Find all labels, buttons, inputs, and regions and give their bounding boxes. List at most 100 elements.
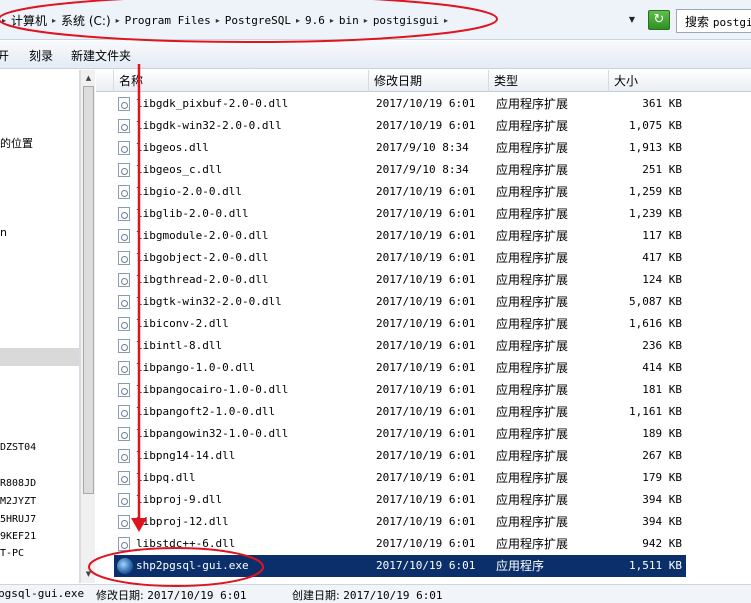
status-bar: pgsql-gui.exe 修改日期: 2017/10/19 6:01 创建日期… <box>0 584 751 603</box>
dll-file-icon <box>118 119 130 133</box>
file-type-cell: 应用程序扩展 <box>496 471 569 485</box>
table-row[interactable]: libgdk-win32-2.0-0.dll 2017/10/19 6:01 应用程… <box>114 115 686 137</box>
file-type-cell: 应用程序扩展 <box>496 317 569 331</box>
file-type-cell: 应用程序扩展 <box>496 229 569 243</box>
burn-button[interactable]: 刻录 <box>29 47 53 64</box>
nav-selected-highlight[interactable] <box>0 348 79 366</box>
new-folder-button[interactable]: 新建文件夹 <box>71 47 131 64</box>
file-type-cell: 应用程序扩展 <box>496 383 569 397</box>
column-header-date[interactable]: 修改日期 <box>369 70 489 92</box>
file-date-cell: 2017/10/19 6:01 <box>376 119 476 132</box>
file-name-cell: libgdk-win32-2.0-0.dll <box>136 119 282 132</box>
chevron-right-icon[interactable]: ▸ <box>362 16 370 25</box>
file-date-cell: 2017/10/19 6:01 <box>376 405 476 418</box>
file-name-cell: libiconv-2.dll <box>136 317 229 330</box>
column-header-row: 名称 修改日期 类型 大小 <box>96 70 751 92</box>
file-size-cell: 267 KB <box>642 449 682 462</box>
file-date-cell: 2017/10/19 6:01 <box>376 449 476 462</box>
table-row[interactable]: libintl-8.dll 2017/10/19 6:01 应用程序扩展 236 KB <box>114 335 686 357</box>
file-name-cell: libproj-12.dll <box>136 515 229 528</box>
table-row[interactable]: libpq.dll 2017/10/19 6:01 应用程序扩展 179 KB <box>114 467 686 489</box>
file-date-cell: 2017/10/19 6:01 <box>376 361 476 374</box>
column-header-spacer <box>96 70 114 92</box>
file-type-cell: 应用程序扩展 <box>496 141 569 155</box>
open-button[interactable]: 开 <box>0 47 9 64</box>
breadcrumb-program-files[interactable]: Program Files <box>122 14 214 27</box>
file-name-cell: libpangowin32-1.0-0.dll <box>136 427 289 440</box>
chevron-right-icon[interactable]: ▸ <box>50 16 58 25</box>
nav-item-network-pc[interactable]: 9KEF21 <box>0 531 36 542</box>
file-type-cell: 应用程序扩展 <box>496 449 569 463</box>
nav-item-locations[interactable]: 的位置 <box>0 135 33 151</box>
file-size-cell: 5,087 KB <box>629 295 682 308</box>
breadcrumb-computer[interactable]: 计算机 <box>8 12 50 29</box>
refresh-icon[interactable]: ↻ <box>648 10 670 30</box>
file-size-cell: 1,239 KB <box>629 207 682 220</box>
breadcrumb-bin[interactable]: bin <box>336 14 362 27</box>
scrollbar-thumb[interactable] <box>83 86 94 494</box>
chevron-right-icon[interactable]: ▸ <box>114 16 122 25</box>
scroll-down-icon[interactable]: ▼ <box>82 567 95 581</box>
breadcrumb-version[interactable]: 9.6 <box>302 14 328 27</box>
table-row[interactable]: libpango-1.0-0.dll 2017/10/19 6:01 应用程序扩展 4… <box>114 357 686 379</box>
breadcrumb-postgisgui[interactable]: postgisgui <box>370 14 442 27</box>
file-name-cell: libgeos.dll <box>136 141 209 154</box>
nav-item-network-pc[interactable]: M2JYZT <box>0 496 36 507</box>
table-row[interactable]: libpangocairo-1.0-0.dll 2017/10/19 6:01 应用… <box>114 379 686 401</box>
scroll-up-icon[interactable]: ▲ <box>82 71 95 85</box>
table-row[interactable]: libproj-12.dll 2017/10/19 6:01 应用程序扩展 394 K… <box>114 511 686 533</box>
file-type-cell: 应用程序扩展 <box>496 493 569 507</box>
nav-item-network-pc[interactable]: T-PC <box>0 548 24 559</box>
dll-file-icon <box>118 295 130 309</box>
table-row[interactable]: libgeos.dll 2017/9/10 8:34 应用程序扩展 1,913 KB <box>114 137 686 159</box>
navigation-pane: 的位置 n DZST04 R808JD M2JYZT 5HRUJ7 9KEF21… <box>0 70 80 583</box>
table-row[interactable]: shp2pgsql-gui.exe 2017/10/19 6:01 应用程序 1,51… <box>114 555 686 577</box>
breadcrumb-postgresql[interactable]: PostgreSQL <box>222 14 294 27</box>
file-date-cell: 2017/10/19 6:01 <box>376 493 476 506</box>
table-row[interactable]: libpng14-14.dll 2017/10/19 6:01 应用程序扩展 267 … <box>114 445 686 467</box>
table-row[interactable]: libgthread-2.0-0.dll 2017/10/19 6:01 应用程序扩… <box>114 269 686 291</box>
column-header-type[interactable]: 类型 <box>489 70 609 92</box>
file-name-cell: libintl-8.dll <box>136 339 223 352</box>
breadcrumb-system-drive[interactable]: 系统 (C:) <box>58 12 114 29</box>
file-date-cell: 2017/9/10 8:34 <box>376 163 469 176</box>
chevron-right-icon[interactable]: ▸ <box>328 16 336 25</box>
file-name-cell: shp2pgsql-gui.exe <box>136 559 249 572</box>
search-label: 搜索 <box>685 15 710 29</box>
nav-item-network-pc[interactable]: DZST04 <box>0 442 36 453</box>
table-row[interactable]: libproj-9.dll 2017/10/19 6:01 应用程序扩展 394 KB <box>114 489 686 511</box>
address-bar[interactable]: ▸ 计算机 ▸ 系统 (C:) ▸ Program Files ▸ Postgr… <box>0 0 751 40</box>
file-size-cell: 179 KB <box>642 471 682 484</box>
table-row[interactable]: libgtk-win32-2.0-0.dll 2017/10/19 6:01 应用程… <box>114 291 686 313</box>
chevron-right-icon[interactable]: ▸ <box>442 16 450 25</box>
nav-item-n[interactable]: n <box>0 226 7 239</box>
table-row[interactable]: libgmodule-2.0-0.dll 2017/10/19 6:01 应用程序扩… <box>114 225 686 247</box>
table-row[interactable]: libgeos_c.dll 2017/9/10 8:34 应用程序扩展 251 KB <box>114 159 686 181</box>
command-toolbar: 开 刻录 新建文件夹 <box>0 41 751 69</box>
chevron-right-icon[interactable]: ▸ <box>0 16 8 25</box>
nav-item-network-pc[interactable]: R808JD <box>0 478 36 489</box>
column-header-name[interactable]: 名称 <box>114 70 369 92</box>
navigation-scrollbar[interactable]: ▲ ▼ <box>80 70 95 583</box>
table-row[interactable]: libstdc++-6.dll 2017/10/19 6:01 应用程序扩展 942 … <box>114 533 686 555</box>
table-row[interactable]: libiconv-2.dll 2017/10/19 6:01 应用程序扩展 1,616… <box>114 313 686 335</box>
table-row[interactable]: libpangowin32-1.0-0.dll 2017/10/19 6:01 应用… <box>114 423 686 445</box>
breadcrumb[interactable]: ▸ 计算机 ▸ 系统 (C:) ▸ Program Files ▸ Postgr… <box>0 10 450 30</box>
file-name-cell: libgdk_pixbuf-2.0-0.dll <box>136 97 289 110</box>
file-type-cell: 应用程序扩展 <box>496 251 569 265</box>
exe-globe-icon <box>117 558 133 574</box>
file-size-cell: 236 KB <box>642 339 682 352</box>
column-header-size[interactable]: 大小 <box>609 70 689 92</box>
file-name-cell: libgio-2.0-0.dll <box>136 185 242 198</box>
search-input[interactable]: 搜索 postgi <box>676 9 751 33</box>
chevron-right-icon[interactable]: ▸ <box>294 16 302 25</box>
table-row[interactable]: libpangoft2-1.0-0.dll 2017/10/19 6:01 应用程序… <box>114 401 686 423</box>
address-history-chevron-down-icon[interactable]: ▼ <box>623 12 641 28</box>
nav-item-network-pc[interactable]: 5HRUJ7 <box>0 514 36 525</box>
table-row[interactable]: libgio-2.0-0.dll 2017/10/19 6:01 应用程序扩展 1,2… <box>114 181 686 203</box>
table-row[interactable]: libgobject-2.0-0.dll 2017/10/19 6:01 应用程序扩… <box>114 247 686 269</box>
file-name-cell: libglib-2.0-0.dll <box>136 207 249 220</box>
table-row[interactable]: libglib-2.0-0.dll 2017/10/19 6:01 应用程序扩展 1,… <box>114 203 686 225</box>
table-row[interactable]: libgdk_pixbuf-2.0-0.dll 2017/10/19 6:01 应用… <box>114 93 686 115</box>
chevron-right-icon[interactable]: ▸ <box>214 16 222 25</box>
